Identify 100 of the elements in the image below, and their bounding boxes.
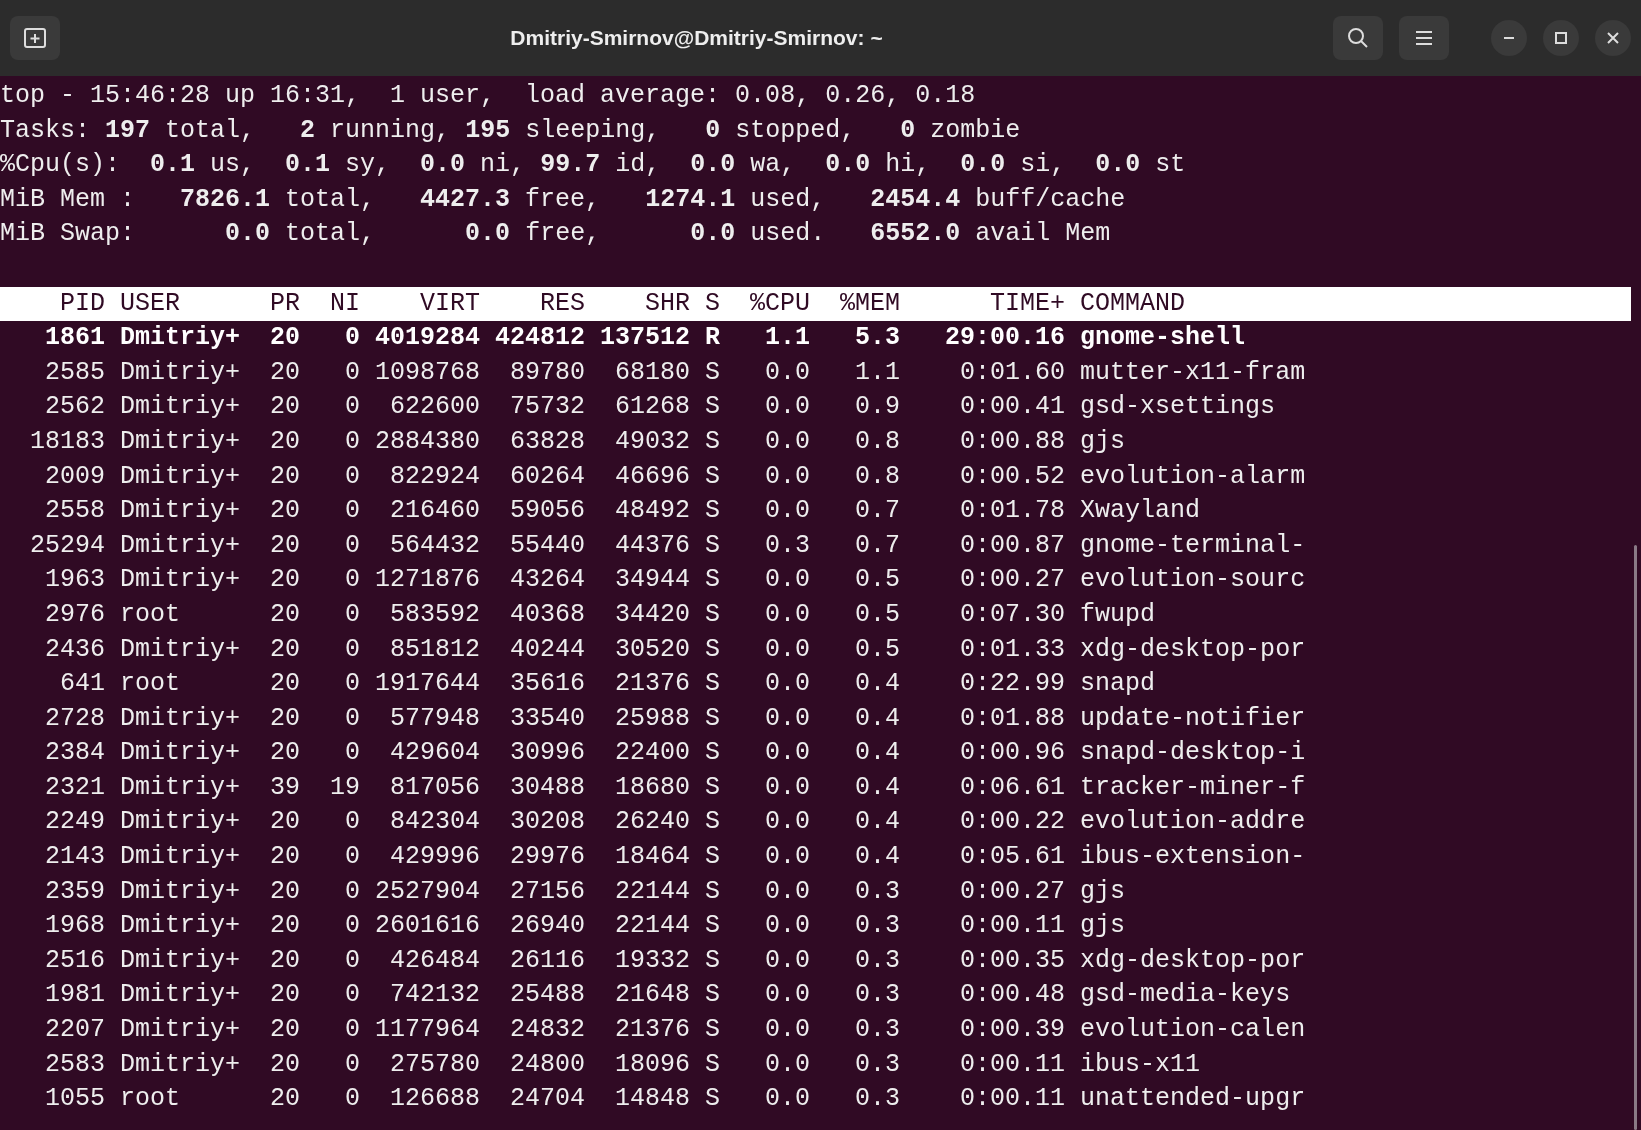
table-cell-text: 2359	[44, 875, 105, 908]
table-cell-text: 89780	[509, 356, 586, 389]
table-cell-text: root	[119, 668, 182, 701]
table-cell-text: 0.3	[854, 875, 901, 908]
table-cell-text: 0:01.78	[959, 495, 1066, 528]
table-cell-text: 20	[269, 806, 301, 839]
scrollbar-thumb[interactable]	[1634, 545, 1637, 1130]
column-header: PR	[269, 287, 301, 320]
summary-line: MiB Swap: 0.0 total, 0.0 free, 0.0 used. 6552.0 avail Mem	[0, 218, 1112, 251]
table-cell-text: 2009	[44, 460, 105, 493]
table-cell-text: 2143	[44, 841, 105, 874]
table-cell-text: 0:00.88	[959, 425, 1066, 458]
table-cell-text: 20	[269, 737, 301, 770]
table-cell-text: 49032	[614, 425, 691, 458]
table-cell-text: Dmitriy+	[119, 356, 241, 389]
table-cell-text: 0:01.60	[959, 356, 1066, 389]
column-header: %MEM	[839, 287, 901, 320]
table-cell-text: 20	[269, 1014, 301, 1047]
table-cell-text: 48492	[614, 495, 691, 528]
table-cell-text: 20	[269, 702, 301, 735]
table-cell-text: 68180	[614, 356, 691, 389]
table-cell-text: S	[704, 910, 721, 943]
table-cell-text: 0.8	[854, 425, 901, 458]
table-cell-text: 0:00.27	[959, 875, 1066, 908]
table-cell-text: 0.0	[764, 356, 811, 389]
close-icon	[1606, 31, 1620, 45]
table-cell-text: 22144	[614, 910, 691, 943]
column-header: PID	[59, 287, 105, 320]
table-cell-text: evolution-sourc	[1079, 564, 1306, 597]
table-cell-text: R	[704, 322, 721, 355]
table-cell-text: 2562	[44, 391, 105, 424]
table-cell-text: 2527904	[374, 875, 481, 908]
table-cell-text: S	[704, 598, 721, 631]
table-cell-text: 18183	[29, 425, 105, 458]
table-cell-text: Dmitriy+	[119, 979, 241, 1012]
column-header: TIME+	[989, 287, 1066, 320]
table-cell-text: 817056	[389, 771, 481, 804]
column-header: RES	[539, 287, 586, 320]
table-cell-text: 0:06.61	[959, 771, 1066, 804]
table-cell-text: S	[704, 1014, 721, 1047]
table-cell-text: S	[704, 979, 721, 1012]
table-cell-text: 2207	[44, 1014, 105, 1047]
table-cell-text: 0.4	[854, 702, 901, 735]
column-header: %CPU	[749, 287, 811, 320]
column-header: NI	[329, 287, 361, 320]
close-button[interactable]	[1595, 20, 1631, 56]
table-cell-text: Dmitriy+	[119, 806, 241, 839]
table-cell-text: S	[704, 391, 721, 424]
table-cell-text: 0	[344, 806, 361, 839]
table-cell-text: 0.4	[854, 668, 901, 701]
table-cell-text: 25488	[509, 979, 586, 1012]
table-cell-text: 21648	[614, 979, 691, 1012]
table-cell-text: 0	[344, 702, 361, 735]
table-cell-text: 20	[269, 668, 301, 701]
table-cell-text: Dmitriy+	[119, 564, 241, 597]
table-cell-text: 0	[344, 1014, 361, 1047]
table-cell-text: 20	[269, 875, 301, 908]
table-cell-text: 0.0	[764, 460, 811, 493]
table-cell-text: Dmitriy+	[119, 737, 241, 770]
table-cell-text: 622600	[389, 391, 481, 424]
new-tab-button[interactable]	[10, 16, 60, 60]
table-cell-text: 0:00.52	[959, 460, 1066, 493]
table-cell-text: 275780	[389, 1048, 481, 1081]
table-cell-text: 20	[269, 564, 301, 597]
table-cell-text: 0:00.41	[959, 391, 1066, 424]
column-header: COMMAND	[1079, 287, 1186, 320]
table-cell-text: 0.0	[764, 944, 811, 977]
table-cell-text: 2384	[44, 737, 105, 770]
table-cell-text: 1177964	[374, 1014, 481, 1047]
table-cell-text: 21376	[614, 1014, 691, 1047]
table-cell-text: 0.3	[854, 1083, 901, 1116]
table-cell-text: 1968	[44, 910, 105, 943]
table-cell-text: 0.0	[764, 425, 811, 458]
table-cell-text: 2558	[44, 495, 105, 528]
search-button[interactable]	[1333, 16, 1383, 60]
table-cell-text: 20	[269, 495, 301, 528]
table-cell-text: 18680	[614, 771, 691, 804]
table-cell-text: Xwayland	[1079, 495, 1201, 528]
maximize-button[interactable]	[1543, 20, 1579, 56]
table-cell-text: 2583	[44, 1048, 105, 1081]
table-cell-text: Dmitriy+	[119, 460, 241, 493]
table-cell-text: 20	[269, 841, 301, 874]
table-cell-text: 0.0	[764, 633, 811, 666]
table-cell-text: 0.0	[764, 1083, 811, 1116]
table-cell-text: 583592	[389, 598, 481, 631]
table-cell-text: ibus-extension-	[1079, 841, 1306, 874]
table-cell-text: 0.0	[764, 702, 811, 735]
table-cell-text: S	[704, 356, 721, 389]
table-cell-text: 40368	[509, 598, 586, 631]
table-cell-text: 55440	[509, 529, 586, 562]
table-cell-text: 2601616	[374, 910, 481, 943]
table-cell-text: S	[704, 771, 721, 804]
menu-button[interactable]	[1399, 16, 1449, 60]
table-cell-text: 20	[269, 944, 301, 977]
minimize-icon	[1503, 36, 1515, 40]
table-cell-text: Dmitriy+	[119, 944, 241, 977]
table-cell-text: 20	[269, 910, 301, 943]
table-cell-text: 0:00.87	[959, 529, 1066, 562]
table-cell-text: Dmitriy+	[119, 875, 241, 908]
table-cell-text: 0	[344, 391, 361, 424]
